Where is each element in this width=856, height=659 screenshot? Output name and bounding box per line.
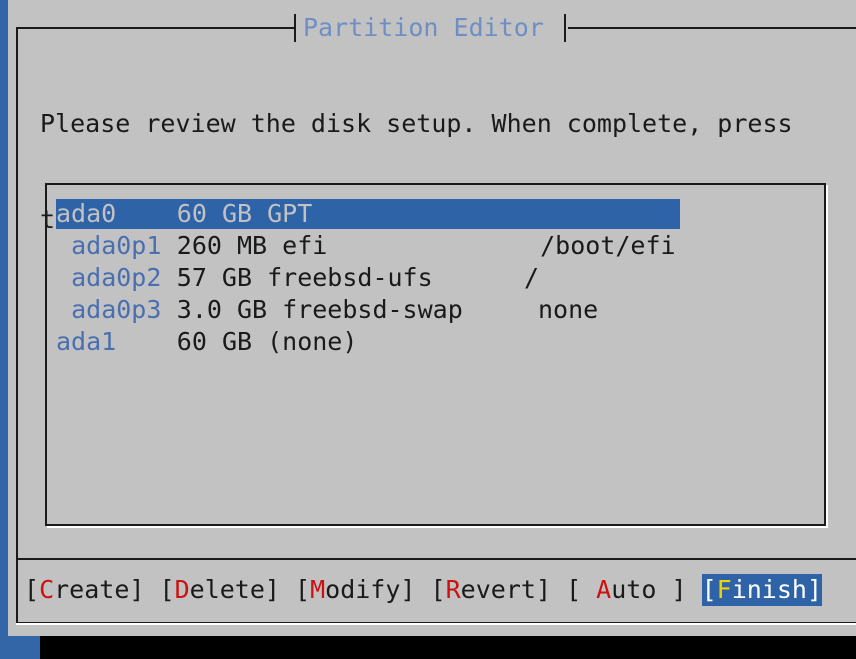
button-bracket-open: [	[159, 575, 175, 604]
partition-name: ada1	[56, 327, 117, 356]
button-hotkey: R	[445, 575, 461, 604]
partition-info: 60 GB (none)	[176, 327, 358, 356]
partition-list-shadow-right	[826, 185, 828, 528]
modify-button[interactable]: [Modify]	[295, 574, 415, 606]
partition-info: 60 GB GPT	[176, 199, 313, 228]
dialog-title: Partition Editor	[303, 13, 544, 42]
button-bracket-open: [	[295, 575, 311, 604]
partition-mount: /boot/efi	[540, 231, 676, 260]
dialog-frame-top-right	[568, 27, 856, 29]
partition-mount: /	[524, 263, 540, 292]
button-label: inish	[731, 575, 807, 604]
partition-info: 3.0 GB freebsd-swap	[176, 295, 463, 324]
button-bracket-close: ]	[129, 575, 145, 604]
title-bracket-right	[564, 14, 566, 42]
create-button[interactable]: [Create]	[24, 574, 144, 606]
auto-button[interactable]: [ Auto ]	[566, 574, 686, 606]
button-bracket-open: [	[430, 575, 446, 604]
partition-row-ada0p3[interactable]: ada0p3 3.0 GB freebsd-swap none	[56, 295, 598, 325]
button-bracket-close: ]	[264, 575, 280, 604]
button-bracket-close: ]	[400, 575, 416, 604]
button-bracket-open: [	[701, 575, 717, 604]
button-bracket-close: ]	[535, 575, 551, 604]
button-label: odify	[325, 575, 401, 604]
button-hotkey: F	[716, 575, 732, 604]
partition-row-ada0p1[interactable]: ada0p1 260 MB efi/boot/efi	[56, 231, 675, 261]
button-hotkey: A	[596, 575, 612, 604]
prompt-line: Please review the disk setup. When compl…	[40, 109, 793, 138]
partition-info: 57 GB freebsd-ufs	[176, 263, 433, 292]
dialog-frame-bottom-highlight	[16, 623, 856, 625]
button-bracket-close: ]	[671, 575, 687, 604]
button-hotkey: C	[39, 575, 55, 604]
button-bar: [Create] [Delete] [Modify] [Revert] [ Au…	[24, 574, 823, 606]
button-bracket-close: ]	[806, 575, 823, 604]
delete-button[interactable]: [Delete]	[160, 574, 280, 606]
button-bracket-open: [	[566, 575, 597, 604]
button-hotkey: M	[310, 575, 326, 604]
partition-mount: none	[538, 295, 599, 324]
partition-row-ada1[interactable]: ada1 60 GB (none)	[56, 327, 357, 357]
finish-button[interactable]: [Finish]	[701, 574, 823, 606]
button-hotkey: D	[174, 575, 190, 604]
title-bracket-left	[294, 14, 296, 42]
dialog-shadow	[40, 636, 856, 659]
partition-name: ada0	[56, 199, 177, 229]
partition-name: ada0p3	[71, 295, 162, 324]
button-bracket-open: [	[24, 575, 40, 604]
button-label: uto	[611, 575, 672, 604]
revert-button[interactable]: [Revert]	[431, 574, 551, 606]
partition-name: ada0p1	[71, 231, 162, 260]
button-separator	[16, 558, 856, 560]
button-label: elete	[189, 575, 265, 604]
button-label: reate	[54, 575, 130, 604]
partition-list-shadow-bottom	[47, 526, 828, 528]
partition-info: 260 MB efi	[176, 231, 328, 260]
dialog-frame-top-left	[16, 27, 296, 29]
dialog-frame-left	[16, 27, 18, 625]
partition-name: ada0p2	[71, 263, 162, 292]
button-label: evert	[460, 575, 536, 604]
partition-row-ada0[interactable]: ada0 60 GB GPT	[56, 199, 680, 229]
partition-row-ada0p2[interactable]: ada0p2 57 GB freebsd-ufs /	[56, 263, 539, 293]
